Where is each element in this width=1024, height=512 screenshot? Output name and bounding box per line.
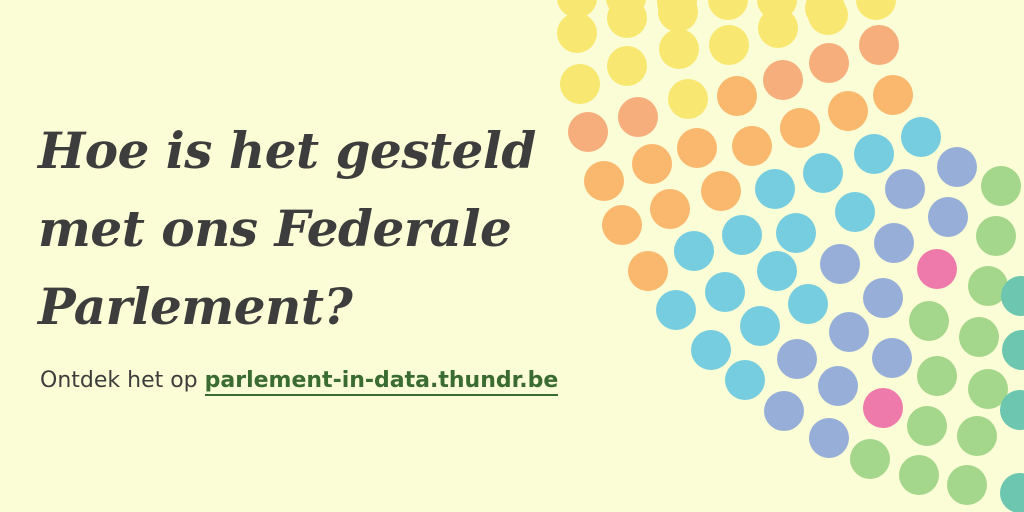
seat-dot <box>557 13 597 53</box>
seat-dot <box>901 117 941 157</box>
seat-dot <box>632 144 672 184</box>
seat-dot <box>740 306 780 346</box>
seat-dot <box>937 147 977 187</box>
seat-dot <box>818 366 858 406</box>
seat-dot <box>803 153 843 193</box>
seat-dot <box>808 0 848 35</box>
seat-dot <box>584 161 624 201</box>
seat-dot <box>758 8 798 48</box>
seat-dot <box>777 339 817 379</box>
seat-dot <box>709 25 749 65</box>
seat-dot <box>854 134 894 174</box>
seat-dot <box>873 75 913 115</box>
seat-dot <box>907 406 947 446</box>
seat-dot <box>691 330 731 370</box>
seat-dot <box>872 338 912 378</box>
parliament-seat-dots <box>557 0 1024 512</box>
seat-dot <box>981 166 1021 206</box>
seat-dot <box>899 455 939 495</box>
seat-dot <box>722 215 762 255</box>
seat-dot <box>1000 473 1024 512</box>
seat-dot <box>829 312 869 352</box>
seat-dot <box>828 91 868 131</box>
seat-dot <box>780 108 820 148</box>
seat-dot <box>917 249 957 289</box>
seat-dot <box>776 213 816 253</box>
seat-dot <box>628 251 668 291</box>
seat-dot <box>1002 330 1024 370</box>
seat-dot <box>917 356 957 396</box>
seat-dot <box>705 272 745 312</box>
seat-dot <box>850 439 890 479</box>
seat-dot <box>763 60 803 100</box>
seat-dot <box>859 25 899 65</box>
seat-dot <box>677 128 717 168</box>
seat-dot <box>668 79 708 119</box>
seat-dot <box>820 244 860 284</box>
seat-dot <box>717 76 757 116</box>
seat-dot <box>909 301 949 341</box>
seat-dot <box>732 126 772 166</box>
seat-dot <box>976 216 1016 256</box>
seat-dot <box>928 197 968 237</box>
seat-dot <box>650 189 690 229</box>
seat-dot <box>959 317 999 357</box>
seat-dot <box>607 46 647 86</box>
seat-dot <box>674 231 714 271</box>
seat-dot <box>755 169 795 209</box>
seat-dot <box>957 416 997 456</box>
seat-dot <box>863 388 903 428</box>
seat-dot <box>788 284 828 324</box>
seat-dot <box>658 0 698 32</box>
seat-dot <box>607 0 647 38</box>
seat-dot <box>757 251 797 291</box>
seat-dot <box>874 223 914 263</box>
seat-dot <box>885 169 925 209</box>
seat-dot <box>618 97 658 137</box>
seat-dot <box>809 43 849 83</box>
seat-dot <box>568 112 608 152</box>
seat-dot <box>863 278 903 318</box>
seat-dot <box>701 171 741 211</box>
seat-dot <box>656 290 696 330</box>
seat-dot <box>725 360 765 400</box>
seat-dot <box>835 192 875 232</box>
seat-dot <box>708 0 748 20</box>
seat-dot <box>809 418 849 458</box>
seat-dot <box>764 391 804 431</box>
seat-dot <box>856 0 896 20</box>
seat-dot <box>947 465 987 505</box>
seat-dot <box>659 29 699 69</box>
seat-dot <box>602 205 642 245</box>
seat-dot <box>560 64 600 104</box>
